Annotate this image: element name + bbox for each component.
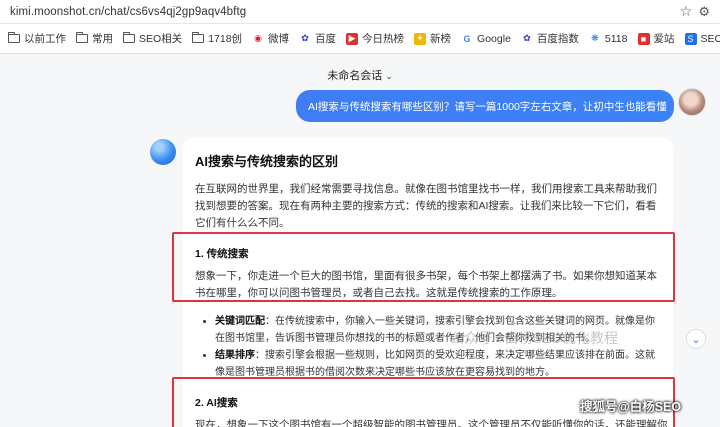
bookmark-label: 以前工作 <box>24 33 66 45</box>
bookmark-folder[interactable]: 以前工作 <box>7 31 66 46</box>
bookmark-label: SEO查询 <box>700 33 720 45</box>
folder-icon <box>75 32 88 43</box>
answer-title: AI搜索与传统搜索的区别 <box>195 154 339 169</box>
conversation-title-text: 未命名会话 <box>327 70 383 82</box>
bookmark-label: 爱站 <box>653 33 675 45</box>
url-text[interactable]: kimi.moonshot.cn/chat/cs6vs4qj2gp9aqv4bf… <box>10 6 680 18</box>
bookmark-label: 1718创 <box>208 33 243 45</box>
bookmarks-bar: 以前工作 常用 SEO相关 1718创 ◉ 微博 ✿ 百度 ▶ 今日热榜 ✦ 新… <box>0 24 720 54</box>
bookmark-label: SEO相关 <box>139 33 183 45</box>
bullet-text: ：搜索引擎会根据一些规则，比如网页的受欢迎程度，来决定哪些结果应该排在前面。这就… <box>215 350 655 378</box>
folder-icon <box>191 32 205 43</box>
bookmark-seo-query[interactable]: S SEO查询 <box>684 31 720 46</box>
hot-list-icon: ▶ <box>346 32 359 45</box>
watermark: 公众号 · 白杨SEO优化教程 <box>450 330 619 346</box>
seo-query-icon: S <box>684 32 697 45</box>
address-bar[interactable]: kimi.moonshot.cn/chat/cs6vs4qj2gp9aqv4bf… <box>0 0 720 24</box>
chat-area: 未命名会话 ⌄ AI搜索与传统搜索有哪些区别？请写一篇1000字左右文章，让初中生… <box>0 55 720 427</box>
bookmark-label: 常用 <box>92 33 113 45</box>
highlight-box-traditional <box>172 232 675 302</box>
bookmark-5118[interactable]: ❋ 5118 <box>589 32 628 45</box>
bookmark-label: 微博 <box>268 33 290 45</box>
sohu-watermark: 搜狐号@白杨SEO <box>580 400 682 414</box>
bookmark-folder[interactable]: 1718创 <box>191 31 243 46</box>
bookmark-folder[interactable]: SEO相关 <box>122 31 183 46</box>
bookmark-baidu-index[interactable]: ✿ 百度指数 <box>521 31 579 46</box>
bullet-label: 结果排序 <box>215 350 255 361</box>
conversation-title[interactable]: 未命名会话 ⌄ <box>0 67 720 83</box>
bookmark-label: 新榜 <box>430 33 452 45</box>
bookmark-xinbang[interactable]: ✦ 新榜 <box>414 31 451 46</box>
extension-icon[interactable]: ⚙ <box>698 4 710 20</box>
bookmark-google[interactable]: G Google <box>461 33 511 45</box>
user-message-bubble: AI搜索与传统搜索有哪些区别？请写一篇1000字左右文章，让初中生也能看懂 <box>296 90 674 122</box>
bookmark-label: 今日热榜 <box>362 33 405 45</box>
kimi-avatar <box>150 139 176 165</box>
answer-intro: 在互联网的世界里，我们经常需要寻找信息。就像在图书馆里找书一样，我们用搜索工具来… <box>195 183 657 229</box>
bookmark-aizhan[interactable]: ■ 爱站 <box>637 31 675 46</box>
bookmark-folder[interactable]: 常用 <box>75 31 113 46</box>
baidu-index-icon: ✿ <box>523 33 531 43</box>
folder-icon <box>7 32 20 43</box>
5118-icon: ❋ <box>591 33 599 43</box>
scroll-down-button[interactable]: ⌄ <box>686 329 706 349</box>
bookmark-label: 5118 <box>604 32 628 45</box>
baidu-icon: ✿ <box>301 33 309 43</box>
folder-icon <box>122 32 135 43</box>
bullet-label: 关键词匹配 <box>215 316 265 327</box>
bookmark-label: 百度指数 <box>536 33 579 45</box>
bookmark-star-icon[interactable]: ☆ <box>680 3 693 20</box>
bookmark-label: Google <box>477 32 511 45</box>
bookmark-weibo[interactable]: ◉ 微博 <box>252 31 289 46</box>
bookmark-label: 百度 <box>315 33 337 45</box>
xinbang-icon: ✦ <box>414 32 427 45</box>
user-message-text: AI搜索与传统搜索有哪些区别？请写一篇1000字左右文章，让初中生也能看懂 <box>308 100 667 113</box>
chevron-down-icon[interactable]: ⌄ <box>385 71 393 81</box>
bookmark-hot-list[interactable]: ▶ 今日热榜 <box>346 31 404 46</box>
aizhan-icon: ■ <box>637 32 650 45</box>
user-avatar <box>678 88 706 116</box>
google-icon: G <box>463 33 471 44</box>
weibo-icon: ◉ <box>254 33 262 43</box>
bookmark-baidu[interactable]: ✿ 百度 <box>299 31 336 46</box>
